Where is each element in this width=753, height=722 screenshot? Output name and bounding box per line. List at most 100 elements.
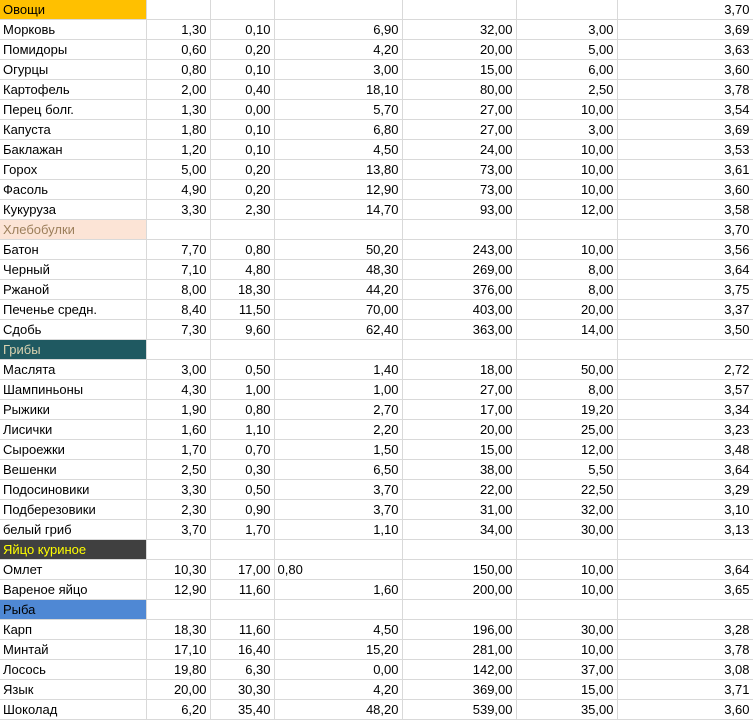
value-cell[interactable]: 18,30	[146, 619, 211, 640]
item-name-cell[interactable]: белый гриб	[0, 519, 147, 540]
item-name-cell[interactable]: Картофель	[0, 79, 147, 100]
value-cell[interactable]: 48,20	[274, 699, 403, 720]
value-cell[interactable]: 269,00	[402, 259, 517, 280]
cell[interactable]	[274, 599, 403, 620]
cell[interactable]	[146, 599, 211, 620]
cell[interactable]	[274, 539, 403, 560]
value-cell[interactable]: 44,20	[274, 279, 403, 300]
value-cell[interactable]: 3,63	[617, 39, 753, 60]
value-cell[interactable]: 10,00	[516, 639, 618, 660]
value-cell[interactable]: 2,00	[146, 79, 211, 100]
value-cell[interactable]: 93,00	[402, 199, 517, 220]
value-cell[interactable]: 1,50	[274, 439, 403, 460]
value-cell[interactable]: 2,72	[617, 359, 753, 380]
item-name-cell[interactable]: Лисички	[0, 419, 147, 440]
value-cell[interactable]: 1,30	[146, 19, 211, 40]
cell[interactable]	[274, 219, 403, 240]
value-cell[interactable]: 1,40	[274, 359, 403, 380]
value-cell[interactable]: 3,70	[274, 479, 403, 500]
value-cell[interactable]: 3,75	[617, 279, 753, 300]
value-cell[interactable]: 0,10	[210, 139, 275, 160]
value-cell[interactable]: 3,37	[617, 299, 753, 320]
value-cell[interactable]: 6,80	[274, 119, 403, 140]
value-cell[interactable]: 0,10	[210, 59, 275, 80]
value-cell[interactable]: 142,00	[402, 659, 517, 680]
value-cell[interactable]: 3,53	[617, 139, 753, 160]
item-name-cell[interactable]: Огурцы	[0, 59, 147, 80]
item-name-cell[interactable]: Сыроежки	[0, 439, 147, 460]
value-cell[interactable]: 1,00	[210, 379, 275, 400]
value-cell[interactable]: 35,40	[210, 699, 275, 720]
value-cell[interactable]: 0,20	[210, 159, 275, 180]
value-cell[interactable]: 6,00	[516, 59, 618, 80]
item-name-cell[interactable]: Сдобь	[0, 319, 147, 340]
cell[interactable]	[146, 539, 211, 560]
value-cell[interactable]: 3,57	[617, 379, 753, 400]
section-value-cell[interactable]: 3,70	[617, 219, 753, 240]
value-cell[interactable]: 1,10	[274, 519, 403, 540]
value-cell[interactable]: 24,00	[402, 139, 517, 160]
value-cell[interactable]: 3,50	[617, 319, 753, 340]
value-cell[interactable]: 27,00	[402, 99, 517, 120]
value-cell[interactable]: 369,00	[402, 679, 517, 700]
cell[interactable]	[402, 599, 517, 620]
value-cell[interactable]: 376,00	[402, 279, 517, 300]
value-cell[interactable]: 32,00	[516, 499, 618, 520]
value-cell[interactable]: 1,60	[146, 419, 211, 440]
value-cell[interactable]: 15,20	[274, 639, 403, 660]
value-cell[interactable]: 0,80	[274, 559, 403, 580]
value-cell[interactable]: 18,30	[210, 279, 275, 300]
item-name-cell[interactable]: Омлет	[0, 559, 147, 580]
value-cell[interactable]: 3,29	[617, 479, 753, 500]
cell[interactable]	[516, 0, 618, 20]
cell[interactable]	[402, 219, 517, 240]
item-name-cell[interactable]: Шампиньоны	[0, 379, 147, 400]
value-cell[interactable]: 5,50	[516, 459, 618, 480]
value-cell[interactable]: 12,00	[516, 199, 618, 220]
value-cell[interactable]: 0,80	[146, 59, 211, 80]
value-cell[interactable]: 12,00	[516, 439, 618, 460]
item-name-cell[interactable]: Язык	[0, 679, 147, 700]
value-cell[interactable]: 11,50	[210, 299, 275, 320]
cell[interactable]	[274, 0, 403, 20]
value-cell[interactable]: 7,10	[146, 259, 211, 280]
value-cell[interactable]: 73,00	[402, 179, 517, 200]
value-cell[interactable]: 3,65	[617, 579, 753, 600]
value-cell[interactable]: 10,00	[516, 579, 618, 600]
item-name-cell[interactable]: Капуста	[0, 119, 147, 140]
section-title-cell[interactable]: Рыба	[0, 599, 147, 620]
value-cell[interactable]: 20,00	[402, 39, 517, 60]
value-cell[interactable]: 6,20	[146, 699, 211, 720]
value-cell[interactable]: 17,00	[210, 559, 275, 580]
item-name-cell[interactable]: Подосиновики	[0, 479, 147, 500]
value-cell[interactable]: 10,00	[516, 139, 618, 160]
cell[interactable]	[210, 539, 275, 560]
value-cell[interactable]: 32,00	[402, 19, 517, 40]
value-cell[interactable]: 1,80	[146, 119, 211, 140]
value-cell[interactable]: 3,34	[617, 399, 753, 420]
item-name-cell[interactable]: Перец болг.	[0, 99, 147, 120]
value-cell[interactable]: 25,00	[516, 419, 618, 440]
section-value-cell[interactable]	[617, 539, 753, 560]
value-cell[interactable]: 30,00	[516, 519, 618, 540]
value-cell[interactable]: 10,00	[516, 559, 618, 580]
value-cell[interactable]: 2,50	[516, 79, 618, 100]
value-cell[interactable]: 403,00	[402, 299, 517, 320]
value-cell[interactable]: 1,10	[210, 419, 275, 440]
value-cell[interactable]: 150,00	[402, 559, 517, 580]
value-cell[interactable]: 3,70	[274, 499, 403, 520]
value-cell[interactable]: 3,30	[146, 479, 211, 500]
item-name-cell[interactable]: Кукуруза	[0, 199, 147, 220]
value-cell[interactable]: 30,30	[210, 679, 275, 700]
value-cell[interactable]: 19,80	[146, 659, 211, 680]
value-cell[interactable]: 3,78	[617, 639, 753, 660]
value-cell[interactable]: 1,20	[146, 139, 211, 160]
value-cell[interactable]: 0,30	[210, 459, 275, 480]
value-cell[interactable]: 7,30	[146, 319, 211, 340]
item-name-cell[interactable]: Карп	[0, 619, 147, 640]
item-name-cell[interactable]: Подберезовики	[0, 499, 147, 520]
cell[interactable]	[146, 0, 211, 20]
item-name-cell[interactable]: Ржаной	[0, 279, 147, 300]
value-cell[interactable]: 0,70	[210, 439, 275, 460]
value-cell[interactable]: 3,60	[617, 59, 753, 80]
